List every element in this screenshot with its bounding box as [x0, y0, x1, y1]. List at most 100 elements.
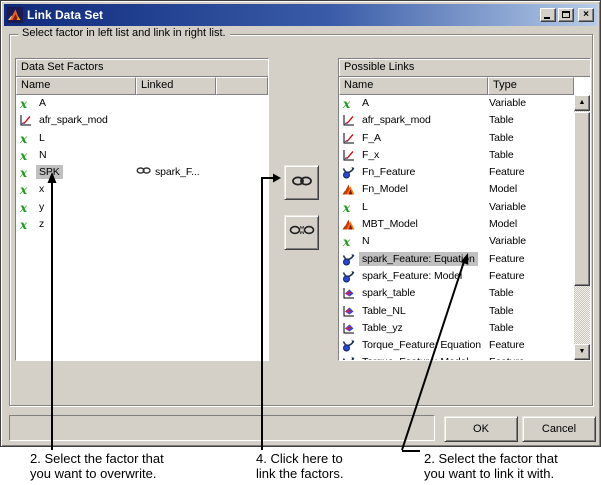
list-item[interactable]: MBT_Model Model: [339, 216, 574, 233]
list-item[interactable]: F_x Table: [339, 147, 574, 164]
item-name: Table_yz: [362, 321, 403, 334]
feature-icon: [342, 339, 357, 352]
svg-text:x: x: [342, 235, 351, 248]
list-item[interactable]: x L Variable: [339, 199, 574, 216]
vertical-scrollbar[interactable]: ▲ ▼: [574, 95, 590, 360]
list-item[interactable]: xN: [16, 147, 268, 164]
minimize-button[interactable]: [540, 8, 556, 22]
list-item[interactable]: xA: [16, 95, 268, 112]
item-name: N: [362, 235, 370, 248]
column-header-name[interactable]: Name: [339, 77, 488, 95]
surface-icon: [342, 322, 357, 335]
variable-icon: x: [342, 97, 357, 111]
annotation-overwrite: 2. Select the factor that you want to ov…: [30, 451, 164, 481]
possible-links-title: Possible Links: [339, 59, 590, 77]
linked-name: spark_F...: [155, 166, 200, 179]
data-set-factors-body: Name Linked x Aafr_spark_mod x Lx Nx SPK spark…: [16, 77, 268, 360]
status-bar: [9, 415, 435, 441]
item-type: Feature: [489, 339, 525, 352]
column-header-empty[interactable]: [216, 77, 268, 95]
table-icon: [342, 149, 357, 162]
annotation-line: link the factors.: [256, 466, 344, 481]
possible-links-column-headers: Name Type: [339, 77, 574, 95]
list-item[interactable]: xL: [16, 130, 268, 147]
model-icon: [342, 218, 357, 231]
list-item[interactable]: F_A Table: [339, 130, 574, 147]
svg-text:x: x: [19, 183, 28, 196]
list-item[interactable]: x SPK spark_F...: [16, 164, 268, 181]
item-name: N: [39, 148, 47, 161]
list-item[interactable]: xz: [16, 216, 268, 233]
item-name: z: [39, 218, 45, 231]
list-item[interactable]: x A Variable: [339, 95, 574, 112]
item-name: spark_table: [362, 287, 416, 300]
item-type: Variable: [489, 235, 526, 248]
svg-text:x: x: [19, 149, 28, 162]
matlab-app-icon: [7, 7, 23, 23]
variable-icon: x: [19, 149, 34, 163]
column-header-type[interactable]: Type: [488, 77, 574, 95]
list-item[interactable]: Fn_Feature Feature: [339, 164, 574, 181]
list-item[interactable]: spark_Feature: Equation Feature: [339, 251, 574, 268]
link-data-set-dialog: Link Data Set × Select factor in left li…: [0, 0, 601, 447]
svg-text:x: x: [19, 132, 28, 145]
item-name: spark_Feature: Model: [362, 269, 463, 282]
item-type: Model: [489, 218, 518, 231]
feature-icon: [342, 166, 357, 179]
cancel-button[interactable]: Cancel: [522, 416, 596, 442]
item-name: SPK: [36, 165, 63, 180]
column-header-linked[interactable]: Linked: [136, 77, 216, 95]
table-icon: [19, 114, 34, 127]
window-title: Link Data Set: [27, 8, 104, 22]
data-set-factors-column-headers: Name Linked: [16, 77, 268, 95]
list-item[interactable]: xy: [16, 199, 268, 216]
close-button[interactable]: ×: [578, 8, 594, 22]
list-item[interactable]: Torque_Feature: Equation Feature: [339, 337, 574, 354]
annotation-click-link: 4. Click here to link the factors.: [256, 451, 343, 481]
model-icon: [342, 183, 357, 196]
item-name: afr_spark_mod: [39, 114, 108, 127]
svg-text:x: x: [19, 218, 28, 231]
svg-text:x: x: [342, 201, 351, 214]
variable-icon: x: [19, 183, 34, 197]
variable-icon: x: [342, 235, 357, 249]
linked-cell: spark_F...: [136, 165, 200, 179]
item-name: Fn_Model: [362, 183, 408, 196]
scrollbar-thumb[interactable]: [574, 112, 590, 286]
list-item[interactable]: Torque_Feature: Model Feature: [339, 354, 574, 360]
item-type: Table: [489, 304, 514, 317]
variable-icon: x: [19, 97, 34, 111]
item-type: Feature: [489, 166, 525, 179]
list-item[interactable]: afr_spark_mod: [16, 112, 268, 129]
list-item[interactable]: x N Variable: [339, 233, 574, 250]
item-name: L: [39, 131, 45, 144]
feature-icon: [342, 356, 357, 360]
possible-links-body: Name Type x A Variable afr_spark_mod Table F_…: [339, 77, 590, 360]
scroll-up-button[interactable]: ▲: [574, 95, 590, 111]
item-name: Fn_Feature: [362, 166, 416, 179]
list-item[interactable]: Table_yz Table: [339, 320, 574, 337]
possible-links-panel: Possible Links Name Type x A Variable afr_s…: [338, 58, 591, 361]
item-type: Variable: [489, 200, 526, 213]
list-item[interactable]: xx: [16, 181, 268, 198]
scroll-down-button[interactable]: ▼: [574, 344, 590, 360]
data-set-factors-title: Data Set Factors: [16, 59, 268, 77]
list-item[interactable]: afr_spark_mod Table: [339, 112, 574, 129]
item-name: x: [39, 183, 45, 196]
link-button[interactable]: [284, 165, 319, 200]
list-item[interactable]: Table_NL Table: [339, 303, 574, 320]
annotation-line: 2. Select the factor that: [424, 451, 558, 466]
column-header-name[interactable]: Name: [16, 77, 136, 95]
annotation-line: you want to overwrite.: [30, 466, 157, 481]
list-item[interactable]: spark_table Table: [339, 285, 574, 302]
chain-icon: [136, 165, 152, 179]
item-name: afr_spark_mod: [362, 114, 431, 127]
chain-link-icon: [291, 174, 313, 192]
list-item[interactable]: spark_Feature: Model Feature: [339, 268, 574, 285]
maximize-button[interactable]: [558, 8, 574, 22]
list-item[interactable]: Fn_Model Model: [339, 181, 574, 198]
ok-button[interactable]: OK: [444, 416, 518, 442]
unlink-button[interactable]: [284, 215, 319, 250]
item-name: MBT_Model: [362, 218, 418, 231]
item-name: L: [362, 200, 368, 213]
